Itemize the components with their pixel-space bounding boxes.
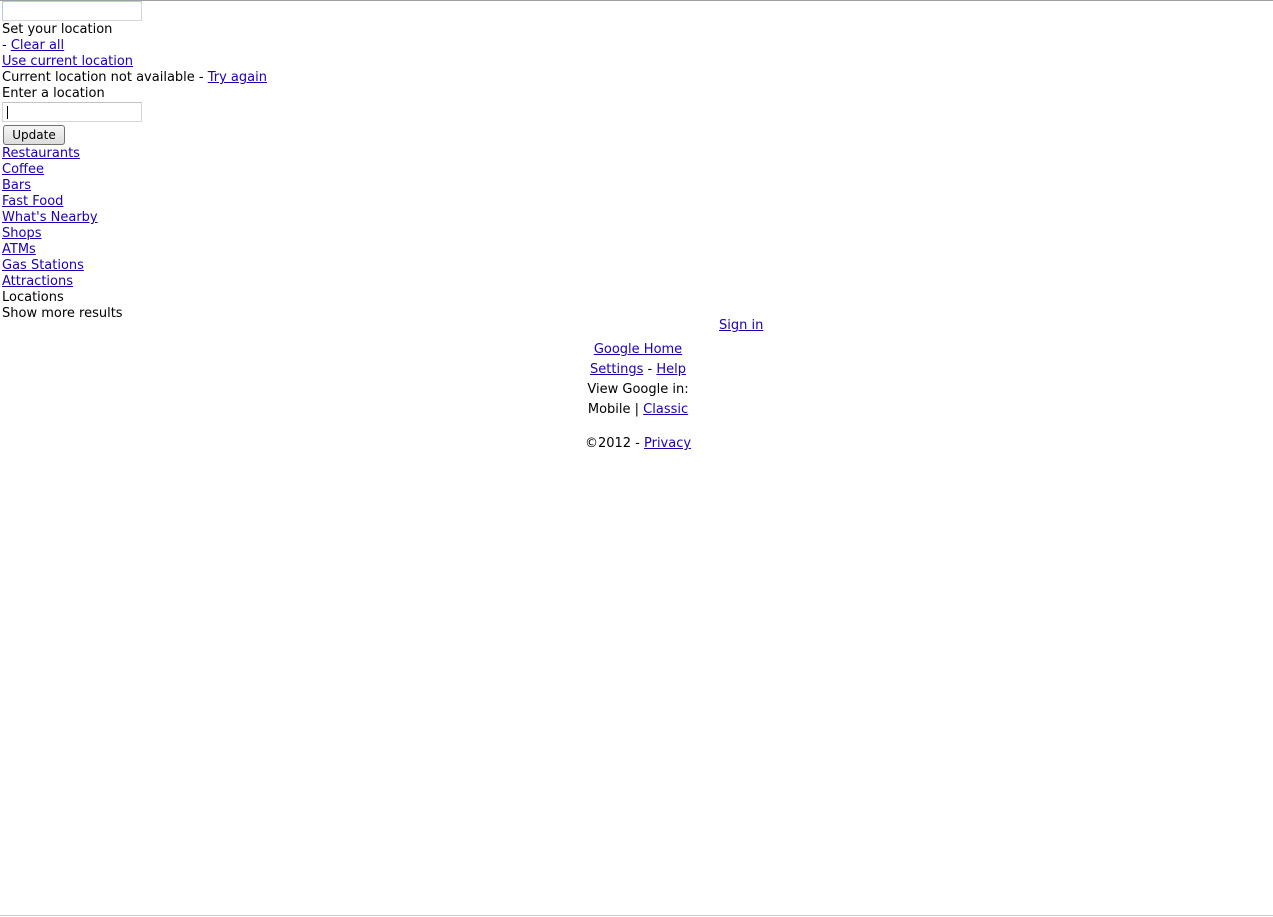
copyright-row: ©2012 - Privacy [0, 436, 1273, 452]
list-item: Coffee [2, 162, 44, 178]
category-whats-nearby-link[interactable]: What's Nearby [2, 210, 98, 225]
clear-all-link[interactable]: Clear all [11, 38, 64, 53]
category-restaurants-link[interactable]: Restaurants [2, 146, 80, 161]
sign-in-link[interactable]: Sign in [719, 318, 763, 333]
use-current-location-link[interactable]: Use current location [2, 54, 133, 69]
list-item: ATMs [2, 242, 36, 258]
list-item: Bars [2, 178, 31, 194]
mobile-mode-label: Mobile [587, 402, 631, 417]
list-item: Restaurants [2, 146, 80, 162]
google-home-link[interactable]: Google Home [594, 342, 682, 357]
update-button[interactable]: Update [3, 125, 65, 145]
location-status-row: Current location not available - Try aga… [2, 70, 267, 86]
google-home-row: Google Home [0, 342, 1273, 358]
top-search-input[interactable] [2, 1, 142, 21]
bottom-divider [0, 915, 1273, 916]
category-atms-link[interactable]: ATMs [2, 242, 36, 257]
category-bars-link[interactable]: Bars [2, 178, 31, 193]
view-google-in-label: View Google in: [587, 382, 689, 397]
set-location-label: Set your location [2, 22, 113, 37]
use-current-location-row: Use current location [2, 54, 133, 70]
settings-help-separator: - [643, 362, 657, 377]
sign-in-row: Sign in [719, 318, 763, 334]
category-fast-food-link[interactable]: Fast Food [2, 194, 63, 209]
view-mode-separator: | [630, 402, 644, 417]
category-coffee-link[interactable]: Coffee [2, 162, 44, 177]
text-caret [7, 106, 8, 119]
copyright-text: ©2012 - [584, 436, 644, 451]
location-not-available-text: Current location not available - [2, 70, 208, 85]
clear-prefix: - [2, 38, 11, 53]
list-item: Gas Stations [2, 258, 84, 274]
help-link[interactable]: Help [656, 362, 686, 377]
clear-all-row: - Clear all [2, 38, 64, 54]
classic-link[interactable]: Classic [643, 402, 688, 417]
category-shops-link[interactable]: Shops [2, 226, 41, 241]
settings-help-row: Settings - Help [0, 362, 1273, 378]
view-mode-row: Mobile | Classic [0, 402, 1273, 418]
locations-label: Locations [2, 290, 64, 305]
list-item: Shops [2, 226, 41, 242]
top-divider [0, 0, 1273, 1]
settings-link[interactable]: Settings [590, 362, 643, 377]
location-input[interactable] [2, 102, 142, 122]
try-again-link[interactable]: Try again [208, 70, 267, 85]
category-gas-stations-link[interactable]: Gas Stations [2, 258, 84, 273]
privacy-link[interactable]: Privacy [644, 436, 691, 451]
list-item: What's Nearby [2, 210, 98, 226]
category-attractions-link[interactable]: Attractions [2, 274, 73, 289]
list-item: Fast Food [2, 194, 63, 210]
enter-location-label: Enter a location [2, 86, 105, 101]
show-more-results[interactable]: Show more results [2, 306, 123, 322]
list-item: Attractions [2, 274, 73, 290]
